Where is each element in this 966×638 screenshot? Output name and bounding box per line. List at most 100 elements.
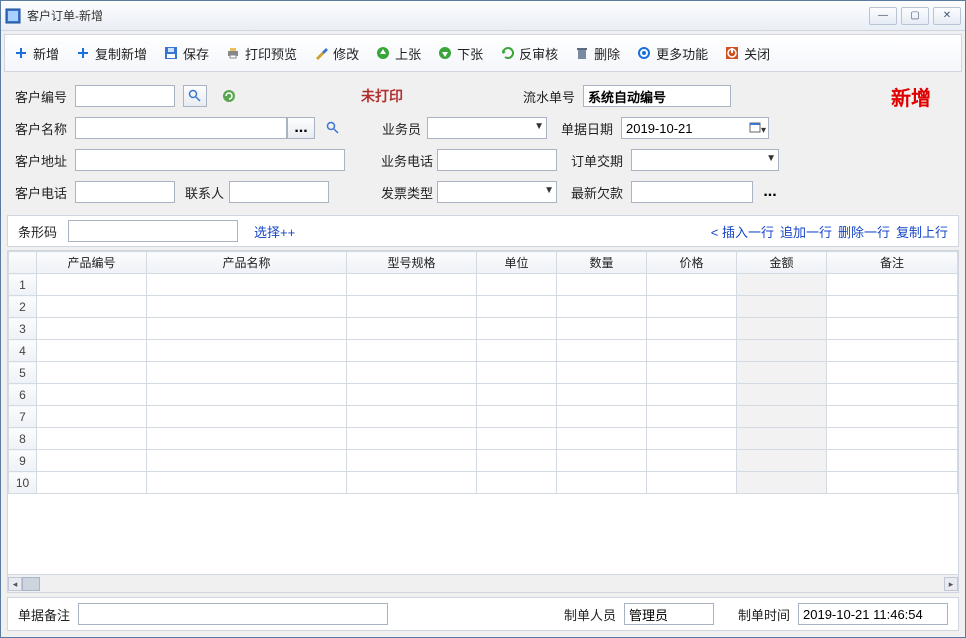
make-time-input[interactable] [798,603,948,625]
biz-phone-input[interactable] [437,149,557,171]
col-amount[interactable]: 金额 [737,252,827,274]
cell[interactable] [347,406,477,428]
customer-phone-input[interactable] [75,181,175,203]
cell[interactable] [827,274,958,296]
cell[interactable] [477,450,557,472]
cell[interactable] [827,472,958,494]
cell[interactable] [147,406,347,428]
col-remark[interactable]: 备注 [827,252,958,274]
cell[interactable] [477,362,557,384]
cell[interactable] [557,384,647,406]
cell[interactable] [477,472,557,494]
salesman-combo[interactable] [427,117,547,139]
cell[interactable] [827,296,958,318]
cell[interactable] [347,274,477,296]
save-button[interactable]: 保存 [163,44,209,63]
customer-code-lookup-button[interactable] [183,85,207,107]
cell[interactable] [647,472,737,494]
delivery-date-combo[interactable] [631,149,779,171]
cell[interactable] [477,340,557,362]
append-row-button[interactable]: 追加一行 [780,222,832,241]
cell-amount[interactable] [737,274,827,296]
horizontal-scrollbar[interactable]: ◂ ▸ [8,574,958,592]
cell[interactable] [37,340,147,362]
table-row[interactable]: 6 [9,384,958,406]
cell[interactable] [557,428,647,450]
cell-amount[interactable] [737,318,827,340]
customer-name-lookup-button[interactable] [321,117,345,139]
cell[interactable] [647,362,737,384]
table-row[interactable]: 10 [9,472,958,494]
cell[interactable] [37,296,147,318]
remark-input[interactable] [78,603,388,625]
cell[interactable] [647,428,737,450]
cell[interactable] [827,450,958,472]
cell[interactable] [37,406,147,428]
table-row[interactable]: 9 [9,450,958,472]
customer-refresh-button[interactable] [217,85,241,107]
cell[interactable] [37,428,147,450]
cell[interactable] [827,406,958,428]
cell[interactable] [477,318,557,340]
cell[interactable] [147,450,347,472]
cell[interactable] [647,450,737,472]
invoice-type-combo[interactable] [437,181,557,203]
cell[interactable] [477,296,557,318]
next-button[interactable]: 下张 [437,44,483,63]
table-row[interactable]: 5 [9,362,958,384]
customer-addr-input[interactable] [75,149,345,171]
table-row[interactable]: 8 [9,428,958,450]
col-product-name[interactable]: 产品名称 [147,252,347,274]
cell[interactable] [347,472,477,494]
cell-amount[interactable] [737,296,827,318]
delete-button[interactable]: 删除 [574,44,620,63]
cell[interactable] [37,362,147,384]
print-preview-button[interactable]: 打印预览 [225,44,297,63]
maker-input[interactable] [624,603,714,625]
cell[interactable] [827,428,958,450]
col-unit[interactable]: 单位 [477,252,557,274]
table-row[interactable]: 2 [9,296,958,318]
cell[interactable] [147,362,347,384]
cell[interactable] [147,472,347,494]
cell[interactable] [647,384,737,406]
arrears-ellipsis-button[interactable]: ... [759,181,781,203]
cell[interactable] [557,274,647,296]
table-row[interactable]: 7 [9,406,958,428]
cell[interactable] [37,274,147,296]
scroll-right-arrow[interactable]: ▸ [944,577,958,591]
col-product-code[interactable]: 产品编号 [37,252,147,274]
cell[interactable] [147,428,347,450]
scroll-thumb[interactable] [22,577,40,591]
select-plus-button[interactable]: 选择++ [254,222,295,241]
cell[interactable] [647,340,737,362]
cell[interactable] [147,384,347,406]
cell[interactable] [347,296,477,318]
cell[interactable] [347,340,477,362]
cell[interactable] [647,296,737,318]
cell[interactable] [557,296,647,318]
copy-new-button[interactable]: 复制新增 [75,44,147,63]
cell[interactable] [557,450,647,472]
prev-button[interactable]: 上张 [375,44,421,63]
cell[interactable] [147,340,347,362]
close-window-button[interactable]: ✕ [933,7,961,25]
cell[interactable] [477,428,557,450]
col-spec[interactable]: 型号规格 [347,252,477,274]
cell[interactable] [147,296,347,318]
cell[interactable] [557,472,647,494]
customer-name-ellipsis-button[interactable]: ... [287,117,315,139]
cell[interactable] [557,340,647,362]
cell[interactable] [147,318,347,340]
cell[interactable] [557,362,647,384]
cell[interactable] [647,274,737,296]
cell-amount[interactable] [737,450,827,472]
close-button[interactable]: 关闭 [724,44,770,63]
insert-row-button[interactable]: < 插入一行 [711,222,774,241]
barcode-input[interactable] [68,220,238,242]
col-qty[interactable]: 数量 [557,252,647,274]
cell[interactable] [37,450,147,472]
customer-code-input[interactable] [75,85,175,107]
scroll-left-arrow[interactable]: ◂ [8,577,22,591]
cell-amount[interactable] [737,362,827,384]
